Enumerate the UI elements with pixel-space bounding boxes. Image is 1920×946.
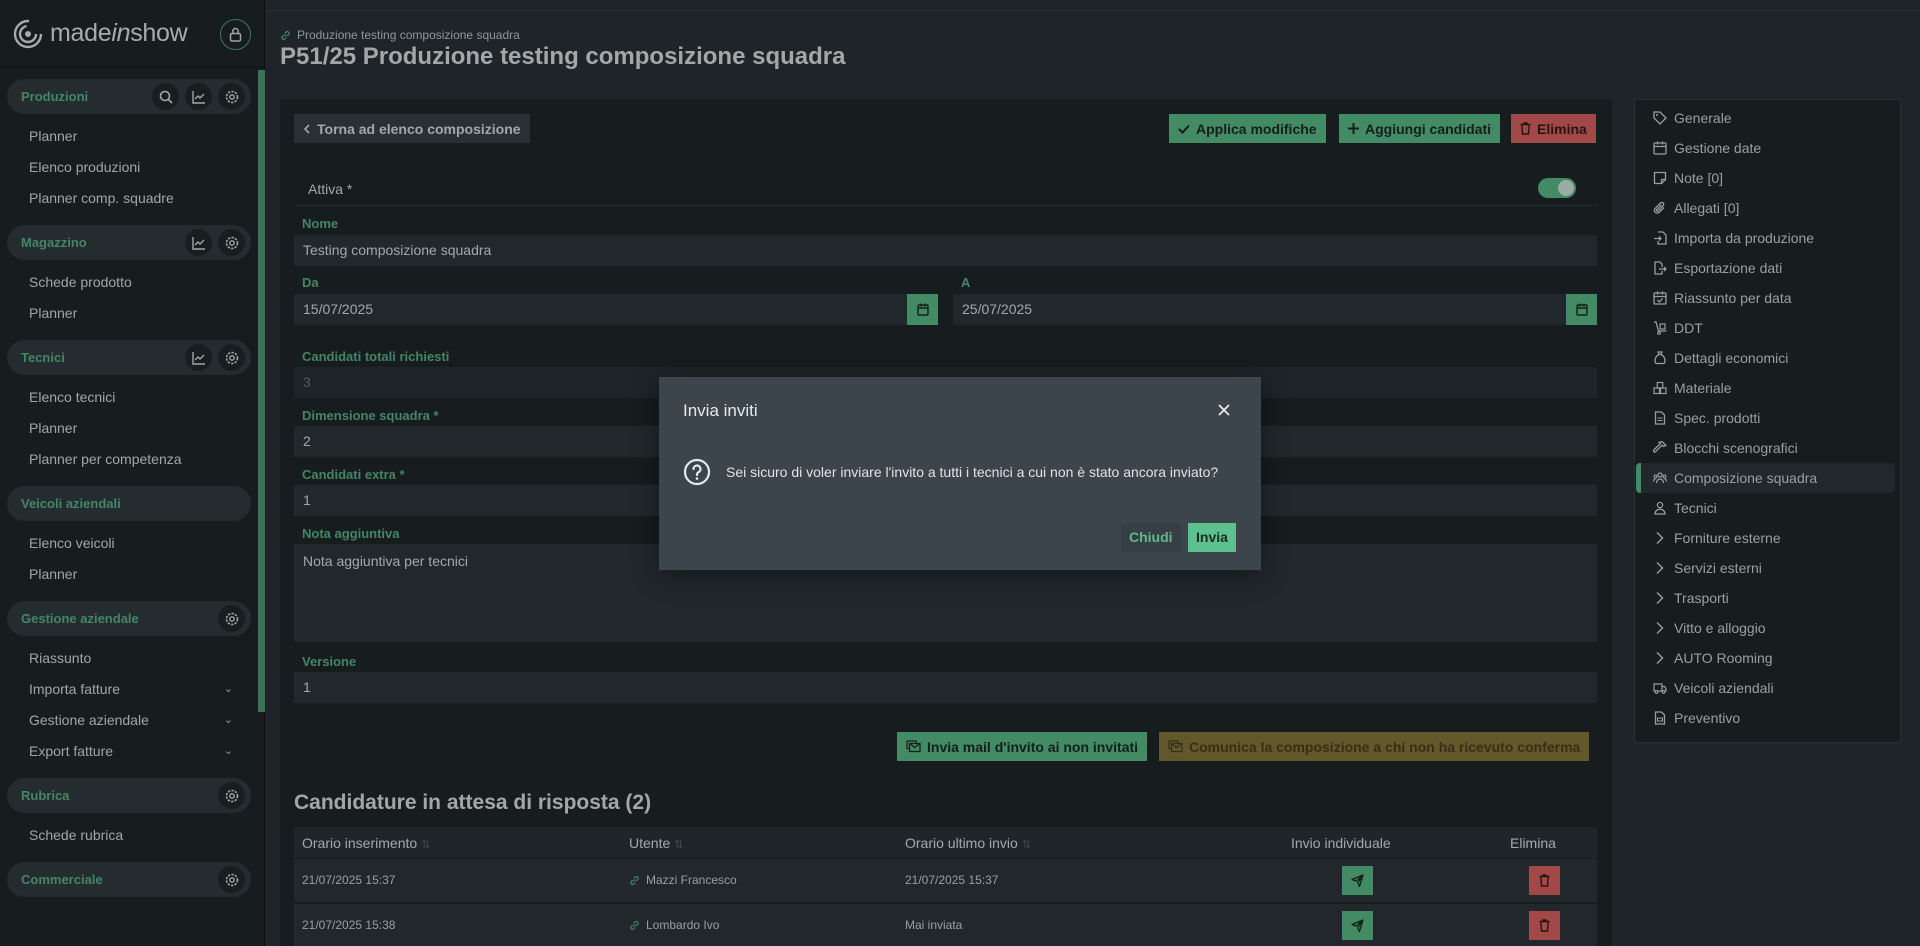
modal-close-button[interactable]: Chiudi — [1121, 523, 1181, 552]
modal-confirm-button[interactable]: Invia — [1188, 523, 1236, 552]
invite-modal: Invia inviti Sei sicuro di voler inviare… — [659, 377, 1261, 570]
modal-body: Sei sicuro di voler inviare l'invito a t… — [683, 458, 1218, 486]
close-icon[interactable] — [1214, 400, 1234, 420]
question-circle-icon — [683, 458, 711, 486]
modal-title: Invia inviti — [683, 401, 758, 420]
modal-message: Sei sicuro di voler inviare l'invito a t… — [726, 464, 1219, 480]
